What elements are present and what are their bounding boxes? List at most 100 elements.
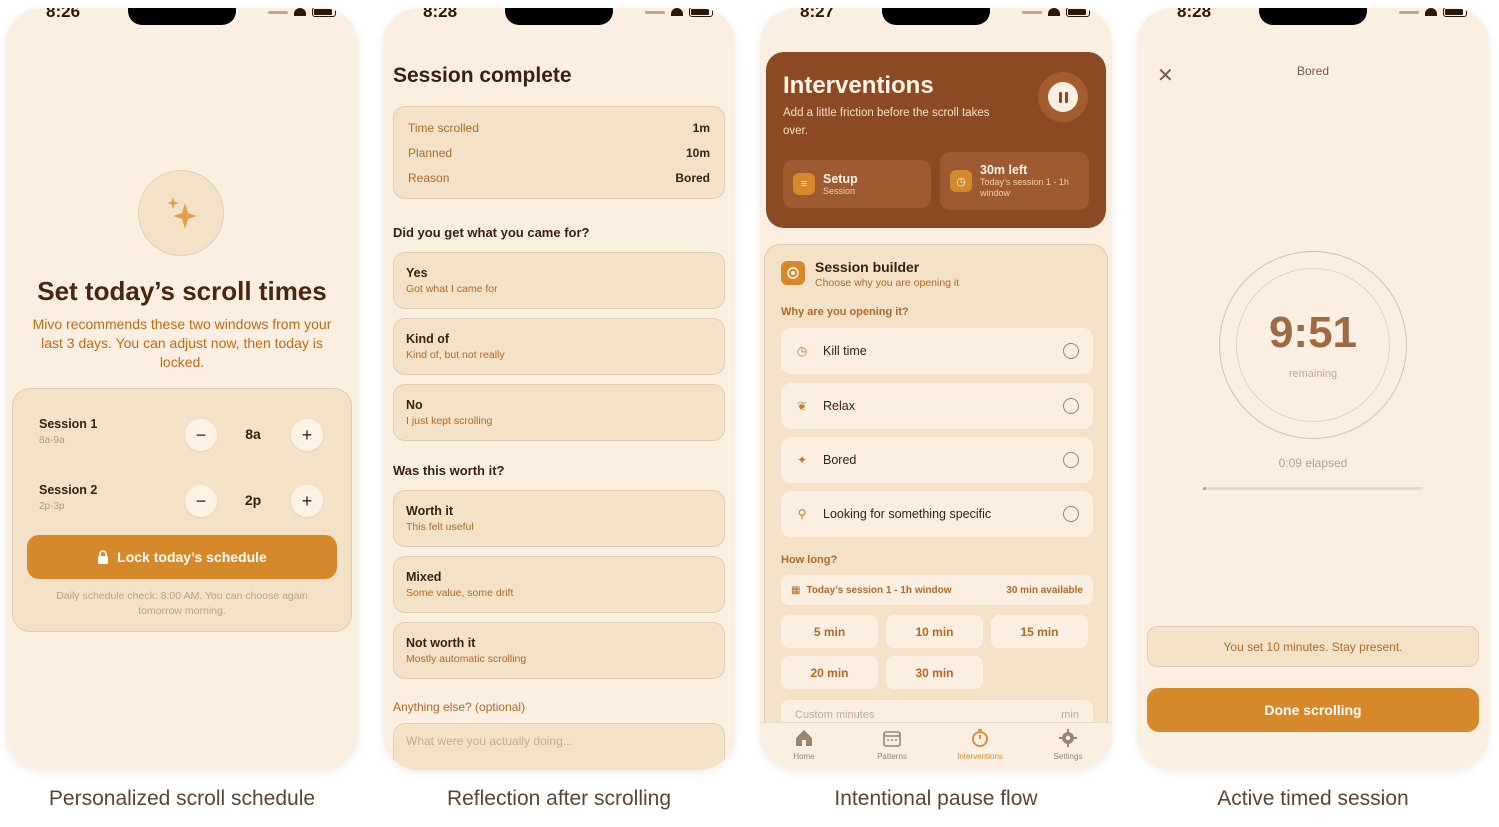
elapsed-label: 0:09 elapsed [1278, 456, 1348, 470]
calendar-icon: ▦ [791, 584, 801, 596]
option-subtitle: Got what I came for [406, 283, 498, 295]
radio[interactable] [1063, 506, 1079, 522]
timer-icon [969, 727, 991, 749]
option-subtitle: Mostly automatic scrolling [406, 653, 527, 665]
pause-icon [1048, 82, 1078, 112]
setup-tile[interactable]: ≡ Setup Session [783, 160, 931, 208]
reason-kill-time[interactable]: ◷ Kill time [781, 328, 1093, 374]
option-title: Not worth it [406, 636, 476, 650]
option-subtitle: Kind of, but not really [406, 349, 505, 361]
tile-title: 30m left [980, 163, 1028, 177]
gear-icon [1057, 727, 1079, 749]
timer-display: 9:51 [1268, 308, 1358, 357]
custom-placeholder: Custom minutes [795, 709, 875, 721]
option-mixed[interactable]: Mixed Some value, some drift [393, 556, 725, 613]
option-subtitle: I just kept scrolling [406, 415, 493, 427]
tab-patterns[interactable]: Patterns [848, 723, 936, 770]
decrement-button[interactable]: − [185, 419, 217, 451]
screen-active-session: 8:28 ✕ Bored 9:51 remaining 0:09 elapsed… [1137, 8, 1489, 770]
option-title: No [406, 398, 423, 412]
page-subtitle: Mivo recommends these two windows from y… [32, 316, 332, 370]
session-reason: Bored [1296, 64, 1330, 78]
radio[interactable] [1063, 398, 1079, 414]
lock-schedule-button[interactable]: Lock today’s schedule [27, 535, 337, 579]
time-left-tile[interactable]: ◷ 30m left Today’s session 1 - 1h window [940, 152, 1089, 210]
option-yes[interactable]: Yes Got what I came for [393, 252, 725, 309]
option-not-worth-it[interactable]: Not worth it Mostly automatic scrolling [393, 622, 725, 679]
screen-interventions: 8:27 Interventions Add a little friction… [760, 8, 1112, 770]
option-kind-of[interactable]: Kind of Kind of, but not really [393, 318, 725, 375]
reason-looking[interactable]: ⚲ Looking for something specific [781, 491, 1093, 537]
sliders-icon: ≡ [793, 173, 815, 195]
tab-label: Home [793, 752, 815, 761]
reason-label: Looking for something specific [823, 507, 992, 521]
option-title: Mixed [406, 570, 442, 584]
duration-10[interactable]: 10 min [886, 615, 983, 648]
wifi-icon [671, 8, 683, 16]
duration-30[interactable]: 30 min [886, 656, 983, 689]
session-window: ▦ Today’s session 1 - 1h window 30 min a… [781, 575, 1093, 605]
session-row: Session 1 8a-9a − 8a + [39, 417, 325, 457]
lock-button-label: Lock today’s schedule [117, 549, 267, 565]
summary-row: Time scrolled 1m [408, 121, 710, 146]
interventions-hero: Interventions Add a little friction befo… [766, 52, 1106, 228]
progress-fill [1203, 487, 1207, 490]
done-scrolling-button[interactable]: Done scrolling [1147, 688, 1479, 732]
status-icons [645, 8, 713, 17]
wifi-icon [294, 8, 306, 16]
lock-icon [98, 550, 109, 564]
tile-subtitle: Session [823, 185, 856, 196]
duration-15[interactable]: 15 min [991, 615, 1088, 648]
session-range: 2p-3p [39, 501, 65, 512]
builder-title: Session builder [815, 259, 920, 275]
option-no[interactable]: No I just kept scrolling [393, 384, 725, 441]
session-builder: Session builder Choose why you are openi… [764, 244, 1108, 744]
radio[interactable] [1063, 452, 1079, 468]
search-icon: ⚲ [797, 507, 807, 521]
leaf-icon: ❦ [796, 399, 808, 413]
tab-home[interactable]: Home [760, 723, 848, 770]
duration-5[interactable]: 5 min [781, 615, 878, 648]
tab-interventions[interactable]: Interventions [936, 723, 1024, 770]
status-time: 8:26 [46, 8, 81, 21]
option-subtitle: Some value, some drift [406, 587, 514, 599]
pause-button[interactable] [1038, 72, 1088, 122]
custom-unit: min [1061, 709, 1079, 721]
home-icon [793, 727, 815, 749]
reason-label: Bored [823, 453, 857, 467]
notch [882, 8, 990, 25]
option-title: Kind of [406, 332, 450, 346]
summary-row: Planned 10m [408, 146, 710, 171]
notch [505, 8, 613, 25]
notes-label: Anything else? (optional) [393, 700, 526, 714]
caption: Reflection after scrolling [446, 787, 672, 810]
increment-button[interactable]: + [291, 485, 323, 517]
session-row: Session 2 2p-3p − 2p + [39, 483, 325, 523]
battery-icon [689, 8, 713, 17]
session-name: Session 2 [39, 483, 98, 497]
decrement-button[interactable]: − [185, 485, 217, 517]
status-time: 8:28 [1177, 8, 1212, 21]
increment-button[interactable]: + [291, 419, 323, 451]
notes-input[interactable]: What were you actually doing... [393, 723, 725, 770]
sparkle-icon: ✦ [796, 453, 808, 467]
caption: Active timed session [1217, 787, 1409, 810]
wifi-icon [1048, 8, 1060, 16]
tab-label: Interventions [957, 752, 1003, 761]
caption: Intentional pause flow [834, 787, 1038, 810]
session-summary: Time scrolled 1m Planned 10m Reason Bored [393, 106, 725, 199]
timer-icon: ◷ [950, 170, 972, 192]
how-long-label: How long? [781, 554, 838, 566]
tab-label: Settings [1053, 752, 1083, 761]
tab-settings[interactable]: Settings [1024, 723, 1112, 770]
radio[interactable] [1063, 343, 1079, 359]
sparkle-icon [138, 170, 224, 256]
reason-relax[interactable]: ❦ Relax [781, 383, 1093, 429]
reason-bored[interactable]: ✦ Bored [781, 437, 1093, 483]
schedule-note: Daily schedule check: 8:00 AM. You can c… [56, 590, 308, 617]
target-icon [781, 261, 805, 285]
option-worth-it[interactable]: Worth it This felt useful [393, 490, 725, 547]
session-value: 2p [244, 492, 262, 508]
duration-20[interactable]: 20 min [781, 656, 878, 689]
screen-reflection: 8:28 Session complete Time scrolled 1m Pl… [383, 8, 735, 770]
